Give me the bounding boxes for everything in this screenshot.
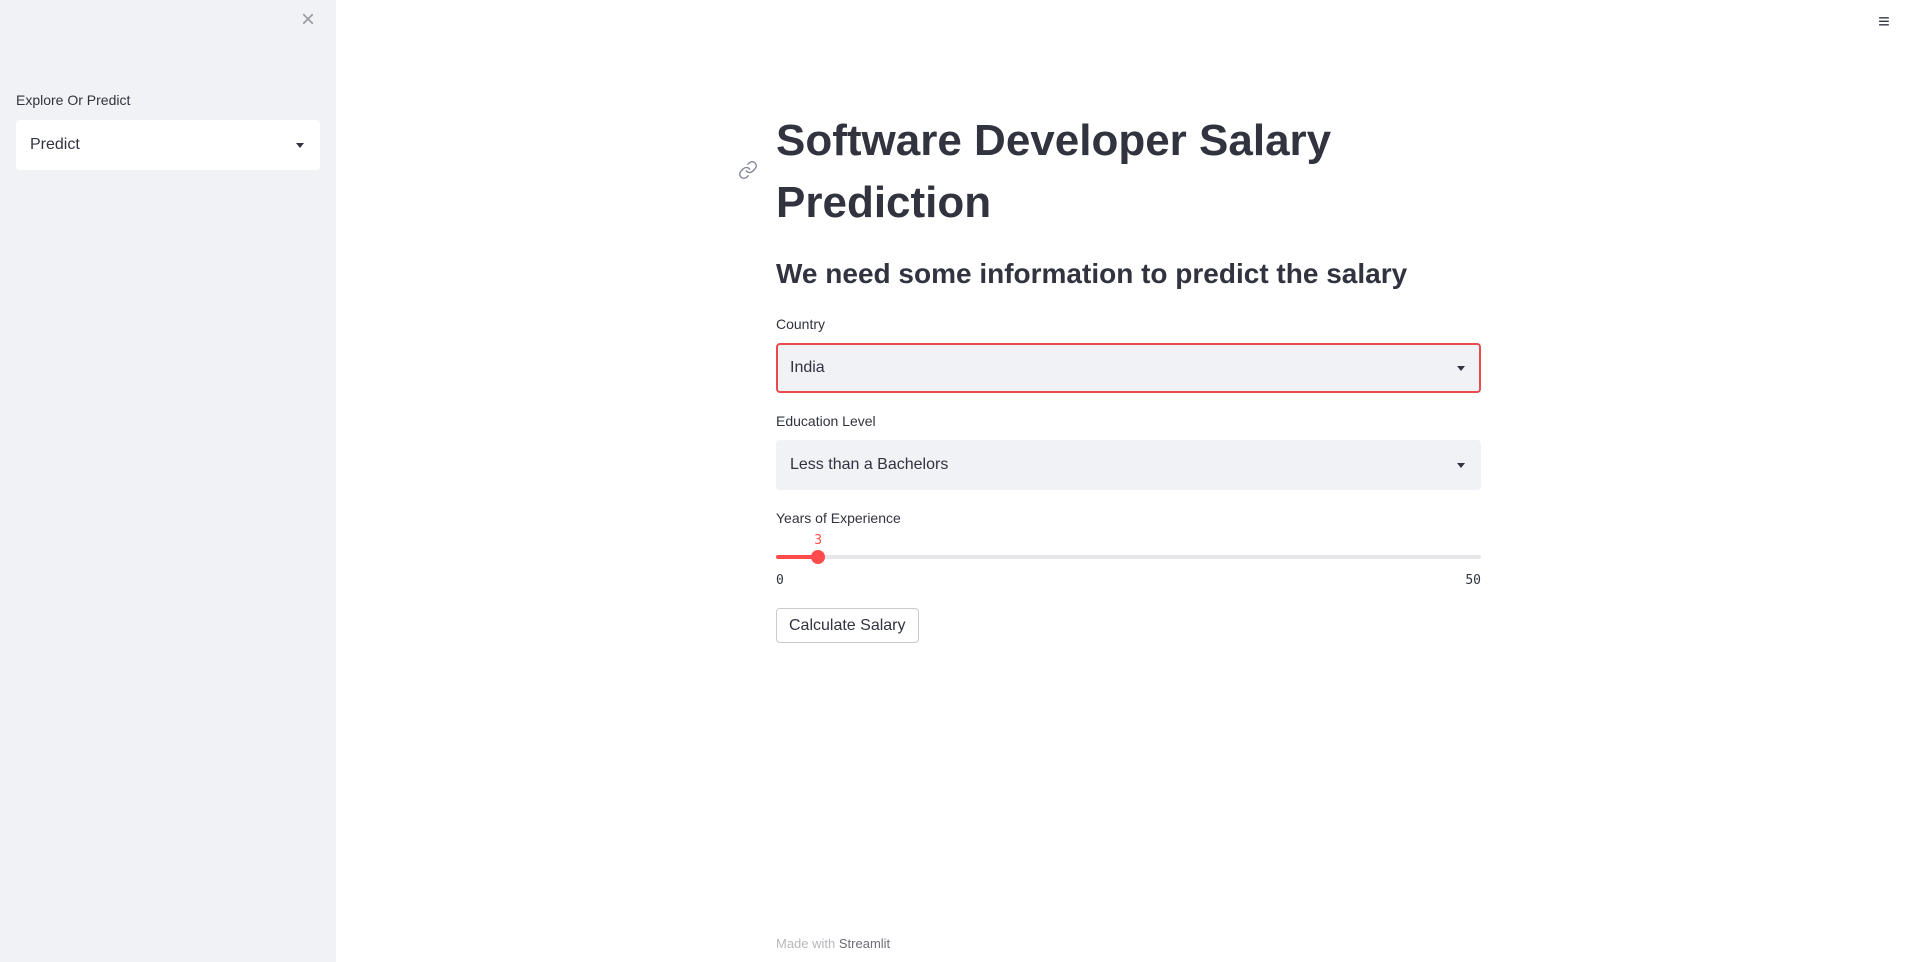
page-title-line1: Software Developer Salary bbox=[776, 116, 1332, 165]
slider-min-label: 0 bbox=[776, 573, 784, 588]
page-subtitle: We need some information to predict the … bbox=[776, 258, 1408, 289]
footer-made-with: Made with bbox=[776, 936, 836, 951]
years-of-experience-slider[interactable] bbox=[776, 550, 1481, 564]
country-label: Country bbox=[776, 316, 826, 332]
calculate-salary-button[interactable]: Calculate Salary bbox=[776, 608, 919, 643]
education-level-select[interactable]: Less than a Bachelors bbox=[776, 440, 1481, 490]
explore-or-predict-label: Explore Or Predict bbox=[16, 92, 131, 108]
link-icon[interactable] bbox=[738, 160, 758, 180]
chevron-down-icon bbox=[296, 142, 304, 148]
explore-or-predict-select[interactable]: Predict bbox=[16, 120, 320, 170]
education-level-value: Less than a Bachelors bbox=[790, 456, 949, 473]
slider-value: 3 bbox=[814, 533, 823, 548]
sidebar: × Explore Or Predict Predict bbox=[0, 0, 336, 962]
country-value: India bbox=[790, 359, 825, 376]
streamlit-link[interactable]: Streamlit bbox=[839, 936, 890, 951]
footer: Made with Streamlit bbox=[776, 936, 890, 951]
page-title-line2: Prediction bbox=[776, 178, 992, 227]
chevron-down-icon bbox=[1457, 365, 1465, 371]
hamburger-menu-icon[interactable]: ≡ bbox=[1874, 11, 1894, 33]
close-icon[interactable]: × bbox=[297, 8, 319, 32]
explore-or-predict-value: Predict bbox=[30, 136, 80, 153]
chevron-down-icon bbox=[1457, 462, 1465, 468]
slider-max-label: 50 bbox=[1465, 573, 1481, 588]
slider-thumb[interactable] bbox=[811, 550, 826, 564]
education-level-label: Education Level bbox=[776, 413, 876, 429]
main-content: Software Developer Salary Prediction We … bbox=[739, 0, 1481, 962]
page-title: Software Developer Salary Prediction bbox=[776, 110, 1481, 234]
country-select[interactable]: India bbox=[776, 343, 1481, 393]
years-of-experience-label: Years of Experience bbox=[776, 510, 901, 526]
